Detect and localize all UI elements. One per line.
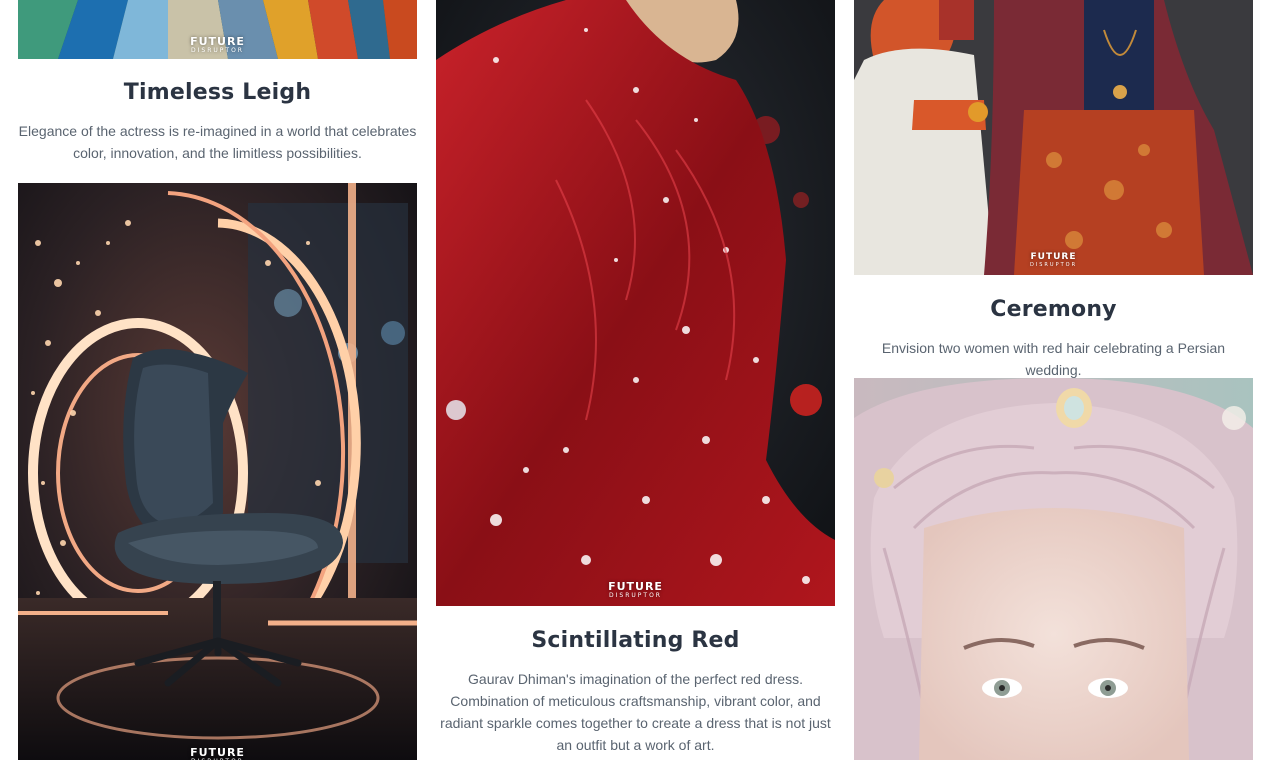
card-description: Elegance of the actress is re-imagined i… (18, 123, 417, 161)
watermark-line2: DISRUPTOR (191, 47, 244, 54)
gallery-image-scintillating-red[interactable]: FUTURE DISRUPTOR (436, 0, 835, 606)
watermark-line1: FUTURE (190, 746, 245, 759)
watermark-line1: FUTURE (1030, 252, 1077, 262)
gallery-image-pink-hair-portrait[interactable] (854, 378, 1253, 760)
card-title[interactable]: Ceremony (854, 297, 1253, 322)
watermark: FUTURE DISRUPTOR (18, 747, 417, 760)
card-description: Gaurav Dhiman's imagination of the perfe… (440, 671, 831, 753)
watermark-line1: FUTURE (608, 580, 663, 593)
card-title[interactable]: Timeless Leigh (18, 80, 417, 105)
gallery-image-chair[interactable]: FUTURE DISRUPTOR (18, 183, 417, 760)
watermark-line2: DISRUPTOR (1029, 262, 1078, 268)
watermark-line2: DISRUPTOR (609, 592, 662, 599)
gallery-image-timeless-leigh[interactable]: FUTURE DISRUPTOR (18, 0, 417, 59)
watermark: FUTURE DISRUPTOR (436, 581, 835, 599)
watermark: FUTURE DISRUPTOR (18, 36, 417, 54)
gallery-image-ceremony[interactable]: FUTURE DISRUPTOR (854, 0, 1253, 275)
watermark-line1: FUTURE (190, 35, 245, 48)
watermark: FUTURE DISRUPTOR (854, 253, 1253, 268)
card-description: Envision two women with red hair celebra… (881, 340, 1226, 378)
card-title[interactable]: Scintillating Red (436, 628, 835, 653)
